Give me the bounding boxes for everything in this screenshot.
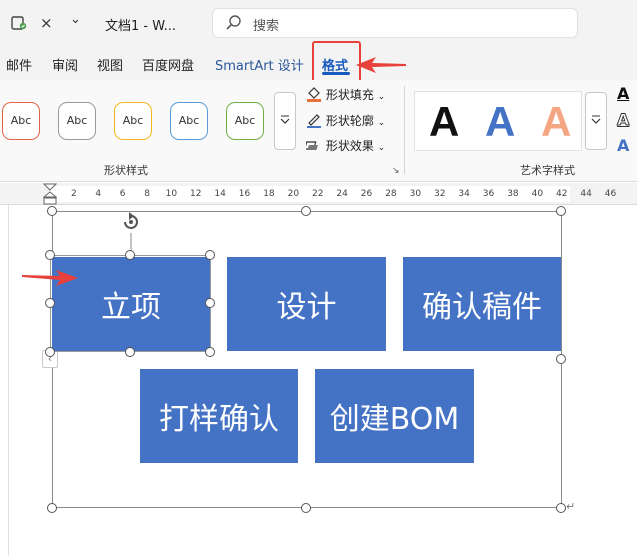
dialog-launcher-icon[interactable]: ↘	[392, 166, 400, 176]
indent-marker-icon[interactable]	[43, 183, 57, 205]
ruler-tick-label: 34	[458, 189, 470, 199]
resize-handle[interactable]	[47, 206, 57, 216]
ruler-tick-label: 20	[287, 189, 300, 199]
chevron-down-icon	[280, 115, 290, 124]
ruler-tick-label: 40	[531, 189, 544, 199]
ribbon-panel: Abc Abc Abc Abc Abc 形状填充 ⌄ 形状轮廓 ⌄ 形状效果 ⌄…	[0, 80, 637, 182]
ruler-tick-label: 42	[556, 189, 568, 199]
resize-handle[interactable]	[301, 503, 311, 513]
ruler-tick-label: 44	[580, 189, 592, 199]
wordart-styles-more-button[interactable]	[585, 92, 607, 150]
tab-smartart-design[interactable]: SmartArt 设计	[215, 55, 304, 74]
text-effects-icon[interactable]: A	[617, 136, 629, 155]
resize-handle[interactable]	[556, 503, 566, 513]
horizontal-ruler: 2 4 6 8 10 12 14 16 18 20 22 24 26 28 30 32 34 36 38 40 42 44…	[0, 183, 637, 205]
format-tab-highlight	[312, 41, 361, 83]
title-bar: × ⌄ 文档1 - W... 搜索	[0, 0, 637, 46]
ruler-tick-label: 46	[604, 189, 617, 199]
autosave-icon[interactable]	[10, 14, 28, 36]
close-icon[interactable]: ×	[40, 14, 53, 32]
shape-styles-more-button[interactable]	[274, 92, 296, 150]
document-title: 文档1 - W...	[105, 19, 176, 34]
smartart-node-sheji[interactable]: 设计	[227, 257, 386, 351]
wordart-style-blue[interactable]: A	[485, 98, 515, 146]
shape-resize-handle[interactable]	[205, 250, 215, 260]
wordart-style-black[interactable]: A	[429, 98, 459, 146]
search-input[interactable]: 搜索	[212, 8, 578, 38]
shape-effects-label: 形状效果	[325, 139, 374, 153]
shape-style-gold[interactable]: Abc	[114, 102, 152, 140]
resize-handle[interactable]	[47, 503, 57, 513]
tab-mailings[interactable]: 邮件	[6, 55, 32, 74]
shape-outline-button[interactable]: 形状轮廓 ⌄	[306, 112, 385, 131]
page-edge	[8, 205, 9, 556]
shape-style-blue[interactable]: Abc	[170, 102, 208, 140]
pen-outline-icon	[306, 112, 322, 131]
shape-style-green[interactable]: Abc	[226, 102, 264, 140]
paragraph-mark: ↵	[566, 500, 576, 513]
tab-review[interactable]: 审阅	[52, 55, 78, 74]
shape-style-orange[interactable]: Abc	[2, 102, 40, 140]
ruler-tick-label: 22	[312, 189, 324, 199]
ruler-tick-label: 26	[360, 189, 373, 199]
shape-resize-handle[interactable]	[45, 298, 55, 308]
wordart-gallery: A A A	[414, 91, 582, 151]
ruler-tick-label: 6	[119, 189, 126, 199]
resize-handle[interactable]	[556, 354, 566, 364]
resize-handle[interactable]	[301, 206, 311, 216]
ruler-tick-label: 36	[482, 189, 495, 199]
ruler-tick-label: 10	[165, 189, 178, 199]
tab-baidu-netdisk[interactable]: 百度网盘	[142, 55, 194, 74]
shape-effects-icon	[304, 137, 322, 156]
search-placeholder: 搜索	[253, 19, 280, 34]
ruler-tick-label: 8	[144, 189, 150, 199]
paint-bucket-icon	[306, 86, 322, 105]
shape-style-gray[interactable]: Abc	[58, 102, 96, 140]
smartart-node-queren-gaojian[interactable]: 确认稿件	[403, 257, 561, 351]
ruler-tick-label: 14	[214, 189, 226, 199]
ruler-tick-label: 16	[238, 189, 251, 199]
shape-resize-handle[interactable]	[45, 250, 55, 260]
ruler-tick-label: 32	[434, 189, 446, 199]
wordart-style-peach[interactable]: A	[541, 98, 571, 146]
tab-view[interactable]: 视图	[97, 55, 123, 74]
ruler-tick-label: 12	[190, 189, 202, 199]
shape-resize-handle[interactable]	[205, 298, 215, 308]
text-fill-icon[interactable]: A	[617, 84, 629, 103]
group-label-shape-styles: 形状样式	[104, 164, 148, 177]
shape-fill-button[interactable]: 形状填充 ⌄	[306, 86, 385, 105]
shape-resize-handle[interactable]	[125, 347, 135, 357]
shape-effects-button[interactable]: 形状效果 ⌄	[304, 137, 385, 156]
ruler-tick-label: 18	[263, 189, 275, 199]
customize-toolbar-icon[interactable]: ⌄	[70, 12, 81, 27]
ruler-tick-label: 2	[71, 189, 77, 199]
shape-resize-handle[interactable]	[125, 250, 135, 260]
red-arrow-icon	[22, 270, 78, 286]
red-arrow-icon	[356, 57, 406, 73]
ruler-tick-label: 28	[385, 189, 397, 199]
shape-outline-label: 形状轮廓	[325, 114, 374, 128]
ribbon-separator	[404, 86, 405, 174]
text-outline-icon[interactable]: A	[616, 110, 629, 130]
chevron-down-icon	[591, 115, 601, 124]
resize-handle[interactable]	[556, 206, 566, 216]
search-icon	[225, 14, 243, 36]
ruler-tick-label: 24	[336, 189, 348, 199]
ruler-tick-label: 4	[95, 189, 102, 199]
shape-resize-handle[interactable]	[205, 347, 215, 357]
ruler-tick-label: 38	[507, 189, 519, 199]
ruler-tick-label: 30	[409, 189, 422, 199]
smartart-node-chuangjian-bom[interactable]: 创建BOM	[315, 369, 474, 463]
group-label-wordart-styles: 艺术字样式	[520, 164, 575, 177]
shape-fill-label: 形状填充	[325, 88, 374, 102]
smartart-node-dayang-queren[interactable]: 打样确认	[140, 369, 298, 463]
shape-resize-handle[interactable]	[45, 347, 55, 357]
